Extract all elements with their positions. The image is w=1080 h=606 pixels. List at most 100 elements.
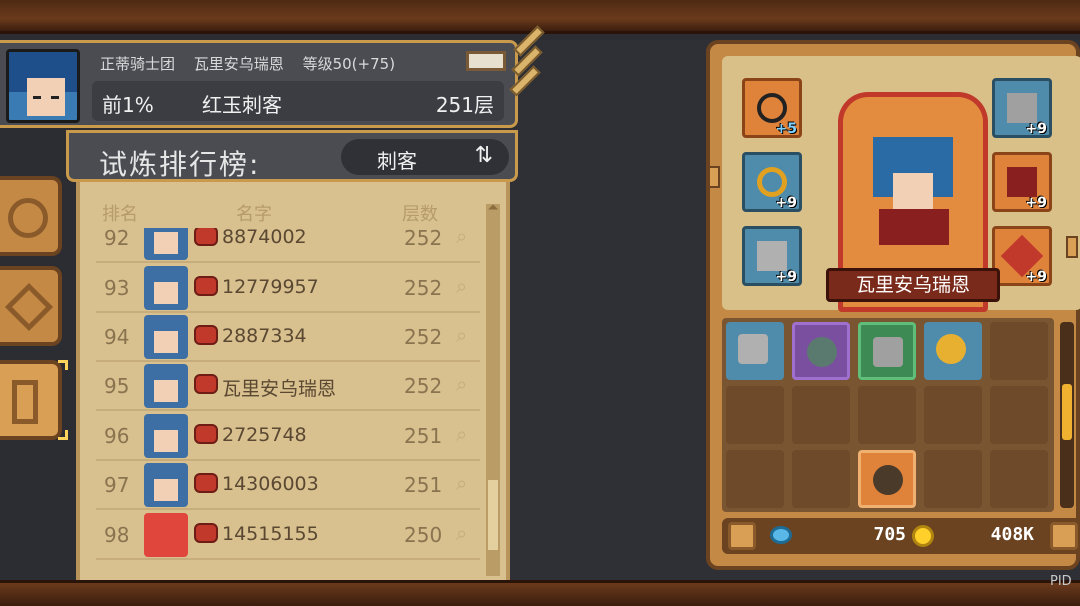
- prev-hero-icon[interactable]: [708, 166, 720, 188]
- leaderboard-row[interactable]: 92 8874002 252 ⌕: [96, 228, 480, 263]
- tab-ranking[interactable]: [0, 360, 62, 440]
- inspect-icon[interactable]: ⌕: [456, 422, 467, 446]
- inventory-grid: [722, 318, 1054, 512]
- watermark-text: PID: [1050, 574, 1072, 589]
- ticket-icon[interactable]: [466, 51, 506, 71]
- inventory-slot[interactable]: [858, 322, 916, 380]
- player-title: 红玉刺客: [202, 93, 282, 117]
- class-badge-icon: [194, 276, 218, 296]
- leaderboard-row[interactable]: 96 2725748 251 ⌕: [96, 412, 480, 461]
- tab-diamond[interactable]: [0, 266, 62, 346]
- selected-corner: [58, 430, 68, 440]
- tab-leaf[interactable]: [0, 176, 62, 256]
- inventory-slot[interactable]: [924, 386, 982, 444]
- equip-slot-ring[interactable]: +9: [742, 152, 802, 212]
- column-floors: 层数: [402, 204, 438, 225]
- class-badge-icon: [194, 325, 218, 345]
- equip-slot-boots[interactable]: +9: [742, 226, 802, 286]
- leaderboard-titlebar: 试炼排行榜: 刺客 ⇅: [66, 130, 518, 182]
- gold-count: 408K: [990, 524, 1034, 545]
- inventory-slot[interactable]: [990, 450, 1048, 508]
- row-floors: 252: [404, 374, 443, 398]
- row-rank: 92: [104, 228, 130, 250]
- inventory-scroll-thumb[interactable]: [1062, 384, 1072, 440]
- class-filter-button[interactable]: 刺客 ⇅: [341, 139, 509, 175]
- row-name: 2725748: [222, 424, 307, 446]
- class-badge-icon: [194, 523, 218, 543]
- inventory-slot[interactable]: [990, 386, 1048, 444]
- equip-slot-armor[interactable]: +9: [992, 152, 1052, 212]
- inventory-slot[interactable]: [924, 322, 982, 380]
- player-level: 等级50(+75): [302, 55, 396, 73]
- inspect-icon[interactable]: ⌕: [456, 323, 467, 347]
- leaderboard-list[interactable]: 92 8874002 252 ⌕ 93 12779957 252 ⌕ 94 28…: [80, 228, 480, 580]
- class-badge-icon: [194, 228, 218, 246]
- class-badge-icon: [194, 424, 218, 444]
- lock-icon[interactable]: [728, 522, 756, 550]
- inspect-icon[interactable]: ⌕: [456, 372, 467, 396]
- next-hero-icon[interactable]: [1066, 236, 1078, 258]
- header-info-line: 正蒂骑士团 瓦里安乌瑞恩 等级50(+75): [100, 53, 409, 74]
- equip-slot-weapon[interactable]: +9: [992, 226, 1052, 286]
- row-avatar: [144, 364, 188, 408]
- inventory-slot[interactable]: [924, 450, 982, 508]
- inspect-icon[interactable]: ⌕: [456, 521, 467, 545]
- leaderboard-row[interactable]: 98 14515155 250 ⌕: [96, 511, 480, 560]
- equip-slot-necklace[interactable]: +5: [742, 78, 802, 138]
- sort-grid-icon[interactable]: [1050, 522, 1078, 550]
- row-rank: 95: [104, 374, 130, 398]
- switch-icon: ⇅: [474, 143, 493, 168]
- currency-bar: 705 408K: [722, 518, 1080, 554]
- row-floors: 252: [404, 325, 443, 349]
- row-name: 14515155: [222, 523, 319, 545]
- row-floors: 251: [404, 424, 443, 448]
- selected-corner: [58, 360, 68, 370]
- inventory-slot[interactable]: [726, 322, 784, 380]
- row-floors: 252: [404, 276, 443, 300]
- wings-emblem-icon: [506, 22, 552, 112]
- inventory-slot[interactable]: [792, 386, 850, 444]
- row-avatar: [144, 463, 188, 507]
- leaderboard-row[interactable]: 94 2887334 252 ⌕: [96, 313, 480, 362]
- player-rank-row: 前1% 红玉刺客 251层: [92, 81, 504, 121]
- bottom-wood-frame: [0, 580, 1080, 606]
- gold-coin-icon: [912, 525, 934, 547]
- row-avatar: [144, 266, 188, 310]
- inspect-icon[interactable]: ⌕: [456, 274, 467, 298]
- inventory-slot[interactable]: [858, 450, 916, 508]
- inventory-slot[interactable]: [792, 450, 850, 508]
- player-header-card: 正蒂骑士团 瓦里安乌瑞恩 等级50(+75) 前1% 红玉刺客 251层: [0, 40, 518, 128]
- row-avatar: [144, 414, 188, 458]
- inspect-icon[interactable]: ⌕: [456, 471, 467, 495]
- leaderboard-scroll-thumb[interactable]: [488, 480, 498, 550]
- row-floors: 250: [404, 523, 443, 547]
- leaderboard-row[interactable]: 97 14306003 251 ⌕: [96, 461, 480, 510]
- row-rank: 98: [104, 523, 130, 547]
- equip-slot-helmet[interactable]: +9: [992, 78, 1052, 138]
- leaf-icon: [8, 198, 48, 238]
- inspect-icon[interactable]: ⌕: [456, 228, 467, 248]
- inventory-slot[interactable]: [726, 450, 784, 508]
- row-floors: 251: [404, 473, 443, 497]
- player-floor: 251层: [435, 93, 494, 117]
- leaderboard-row[interactable]: 95 瓦里安乌瑞恩 252 ⌕: [96, 362, 480, 411]
- row-floors: 252: [404, 228, 443, 250]
- player-avatar[interactable]: [6, 49, 80, 123]
- inventory-slot[interactable]: [858, 386, 916, 444]
- leaderboard-row[interactable]: 93 12779957 252 ⌕: [96, 264, 480, 313]
- player-name: 瓦里安乌瑞恩: [193, 55, 284, 73]
- column-rank: 排名: [102, 204, 138, 225]
- ranking-icon: [12, 380, 38, 424]
- equipment-panel: +5 +9 +9 +9 +9 +9 瓦里安乌瑞恩 705 408K: [706, 40, 1080, 570]
- inventory-slot[interactable]: [792, 322, 850, 380]
- inventory-slot[interactable]: [990, 322, 1048, 380]
- row-name: 8874002: [222, 228, 307, 248]
- row-rank: 94: [104, 325, 130, 349]
- row-rank: 97: [104, 473, 130, 497]
- gem-count: 705: [873, 524, 906, 545]
- scroll-top-icon[interactable]: ⏶: [484, 200, 502, 218]
- row-avatar: [144, 513, 188, 557]
- class-badge-icon: [194, 374, 218, 394]
- hero-name-plate: 瓦里安乌瑞恩: [826, 268, 1000, 302]
- inventory-slot[interactable]: [726, 386, 784, 444]
